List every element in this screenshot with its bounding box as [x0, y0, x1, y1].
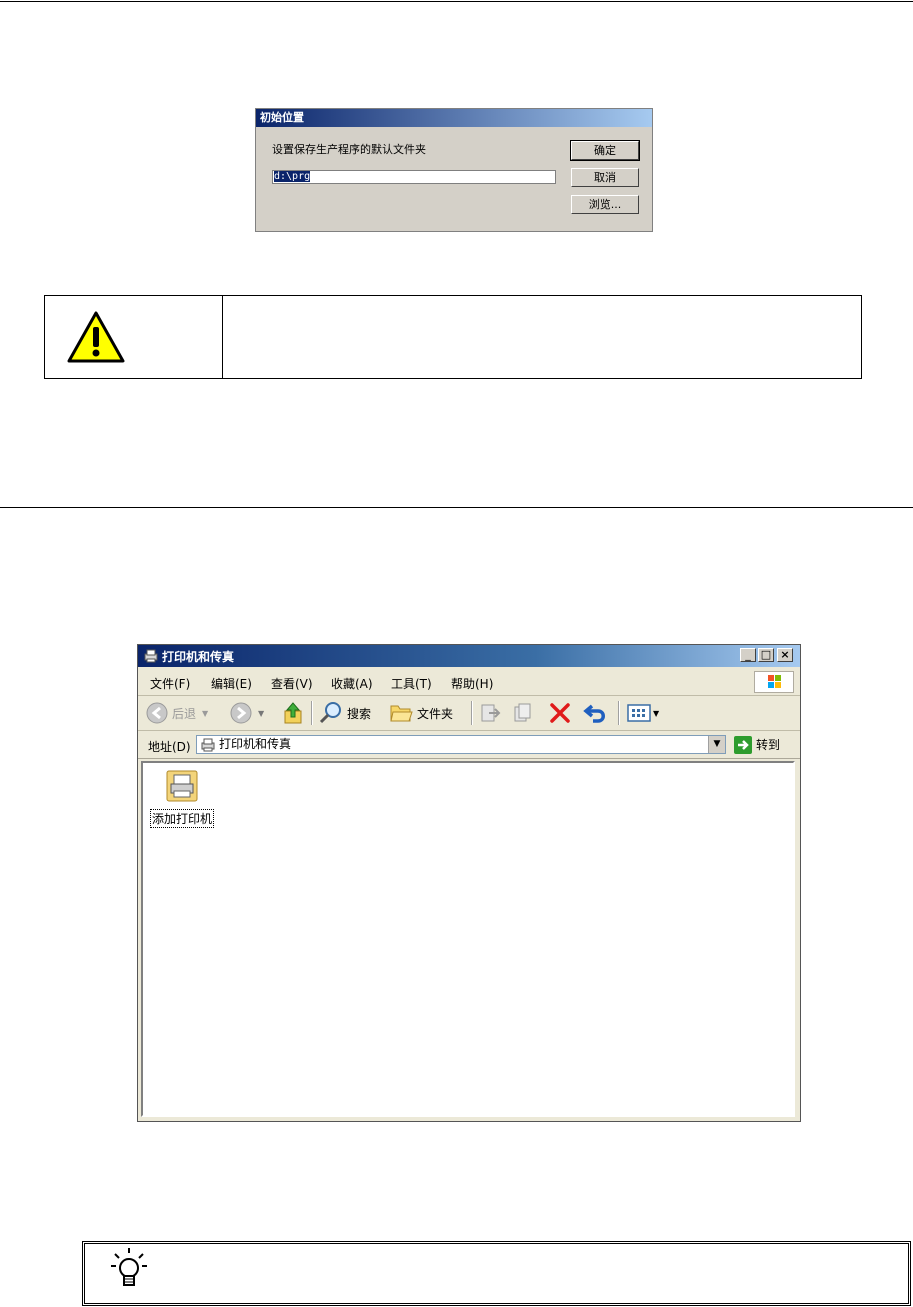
- back-arrow-icon: [146, 702, 168, 724]
- undo-button[interactable]: [583, 701, 609, 725]
- warning-icon: [65, 309, 127, 369]
- address-bar: 地址(D) 打印机和传真 ▼ 转到: [138, 731, 800, 759]
- ok-button[interactable]: 确定: [570, 140, 640, 161]
- window-titlebar: 打印机和传真 _ □ ×: [138, 645, 800, 667]
- printer-folder-icon: [143, 648, 159, 668]
- back-label: 后退: [172, 706, 197, 721]
- toolbar-separator: [311, 701, 313, 725]
- search-label: 搜索: [347, 706, 372, 721]
- menu-edit[interactable]: 编辑(E): [211, 675, 252, 692]
- move-to-icon: [481, 704, 501, 722]
- up-folder-button[interactable]: [282, 701, 304, 725]
- go-label: 转到: [756, 738, 781, 752]
- views-icon: [627, 704, 651, 722]
- forward-dropdown-icon[interactable]: ▼: [258, 709, 264, 718]
- address-input[interactable]: 打印机和传真 ▼: [196, 735, 726, 754]
- menu-bar: 文件(F) 编辑(E) 查看(V) 收藏(A) 工具(T) 帮助(H): [138, 669, 800, 696]
- cancel-button[interactable]: 取消: [571, 168, 639, 187]
- file-item-label: 添加打印机: [149, 809, 214, 828]
- maximize-button[interactable]: □: [758, 648, 774, 662]
- search-button[interactable]: 搜索: [319, 701, 371, 725]
- views-dropdown-icon: ▼: [653, 708, 660, 718]
- undo-icon: [583, 704, 605, 723]
- toolbar: 后退 ▼ ▼ 搜索 文件夹 ▼: [138, 696, 800, 731]
- printers-faxes-window: 打印机和传真 _ □ × 文件(F) 编辑(E) 查看(V) 收藏(A) 工具(…: [137, 644, 801, 1122]
- warning-box: [44, 295, 862, 379]
- folder-icon: [390, 705, 413, 722]
- window-title: 打印机和传真: [162, 650, 235, 664]
- dialog-title: 初始位置: [256, 109, 652, 127]
- initial-location-dialog: 初始位置 设置保存生产程序的默认文件夹 d:\prg 确定 取消 浏览...: [255, 108, 653, 232]
- minimize-button[interactable]: _: [740, 648, 756, 662]
- menu-tools[interactable]: 工具(T): [391, 675, 432, 692]
- up-folder-icon: [284, 702, 302, 724]
- browse-button[interactable]: 浏览...: [571, 195, 639, 214]
- back-dropdown-icon[interactable]: ▼: [202, 709, 208, 718]
- menu-view[interactable]: 查看(V): [271, 675, 313, 692]
- copy-to-icon: [514, 703, 531, 722]
- section-rule: [0, 507, 913, 508]
- top-rule: [0, 1, 913, 2]
- toolbar-separator: [618, 701, 620, 725]
- menu-help[interactable]: 帮助(H): [451, 675, 493, 692]
- menu-favorites[interactable]: 收藏(A): [331, 675, 373, 692]
- go-arrow-icon: [734, 735, 752, 754]
- toolbar-separator: [471, 701, 473, 725]
- file-item-add-printer[interactable]: 添加打印机: [147, 769, 217, 828]
- file-view: 添加打印机: [141, 761, 795, 1117]
- folders-button[interactable]: 文件夹: [389, 701, 453, 725]
- forward-arrow-icon: [230, 702, 252, 724]
- default-folder-input[interactable]: d:\prg: [272, 170, 556, 184]
- warning-divider: [222, 296, 223, 378]
- windows-logo-icon: [754, 671, 794, 693]
- lightbulb-icon: [109, 1246, 149, 1296]
- folders-label: 文件夹: [417, 706, 454, 721]
- go-button[interactable]: 转到: [734, 735, 780, 754]
- copy-to-button[interactable]: [512, 701, 536, 725]
- printer-folder-icon: [201, 738, 215, 752]
- search-icon: [319, 702, 341, 724]
- back-button[interactable]: 后退 ▼: [146, 701, 208, 725]
- move-to-button[interactable]: [479, 701, 503, 725]
- dialog-label: 设置保存生产程序的默认文件夹: [272, 143, 426, 156]
- forward-button[interactable]: ▼: [230, 701, 264, 725]
- default-folder-value: d:\prg: [274, 171, 311, 182]
- close-button[interactable]: ×: [777, 648, 793, 662]
- tip-box: [82, 1241, 911, 1306]
- address-label: 地址(D): [148, 740, 191, 754]
- delete-button[interactable]: [548, 701, 572, 725]
- delete-icon: [550, 703, 570, 723]
- menu-file[interactable]: 文件(F): [150, 675, 190, 692]
- printer-icon: [166, 770, 198, 802]
- address-value: 打印机和传真: [219, 737, 292, 751]
- address-dropdown-icon[interactable]: ▼: [708, 736, 725, 753]
- views-button[interactable]: ▼: [626, 701, 659, 725]
